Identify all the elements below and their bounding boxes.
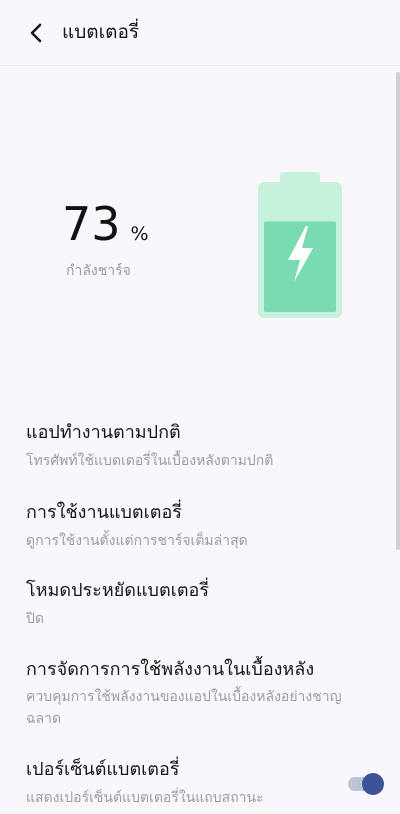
charging-status: กำลังชาร์จ <box>66 263 131 279</box>
battery-icon <box>258 172 342 318</box>
setting-subtitle: ดูการใช้งานตั้งแต่การชาร์จเต็มล่าสุด <box>26 533 248 549</box>
setting-background-power[interactable]: การจัดการการใช้พลังงานในเบื้องหลัง ควบคุ… <box>0 657 392 733</box>
battery-percentage-value: 73 <box>62 197 121 251</box>
setting-subtitle: ปิด <box>26 611 44 627</box>
app-header: แบตเตอรี่ <box>0 0 400 66</box>
battery-percentage: 73 % <box>62 196 149 252</box>
setting-battery-saver[interactable]: โหมดประหยัดแบตเตอรี่ ปิด <box>0 578 392 636</box>
setting-title: เปอร์เซ็นต์แบตเตอรี่ <box>26 759 180 780</box>
setting-subtitle: ควบคุมการใช้พลังงานของแอปในเบื้องหลังอย่… <box>26 689 342 727</box>
setting-title: แอปทำงานตามปกติ <box>26 422 181 443</box>
battery-percentage-unit: % <box>130 223 149 245</box>
page-title: แบตเตอรี่ <box>62 21 140 43</box>
setting-battery-percentage[interactable]: เปอร์เซ็นต์แบตเตอรี่ แสดงเปอร์เซ็นต์แบตเ… <box>0 757 392 814</box>
setting-subtitle: แสดงเปอร์เซ็นต์แบตเตอรี่ในแถบสถานะ <box>26 790 264 806</box>
back-button[interactable] <box>22 18 52 48</box>
battery-percentage-toggle[interactable] <box>346 772 386 796</box>
chevron-left-icon <box>30 23 42 43</box>
setting-subtitle: โทรศัพท์ใช้แบตเตอรี่ในเบื้องหลังตามปกติ <box>26 453 274 469</box>
toggle-knob <box>362 773 384 795</box>
setting-title: การใช้งานแบตเตอรี่ <box>26 502 182 523</box>
setting-title: การจัดการการใช้พลังงานในเบื้องหลัง <box>26 659 315 680</box>
setting-battery-usage[interactable]: การใช้งานแบตเตอรี่ ดูการใช้งานตั้งแต่การ… <box>0 500 392 558</box>
scrollbar-thumb[interactable] <box>396 72 400 550</box>
setting-title: โหมดประหยัดแบตเตอรี่ <box>26 580 209 601</box>
setting-apps-normal[interactable]: แอปทำงานตามปกติ โทรศัพท์ใช้แบตเตอรี่ในเบ… <box>0 420 392 478</box>
